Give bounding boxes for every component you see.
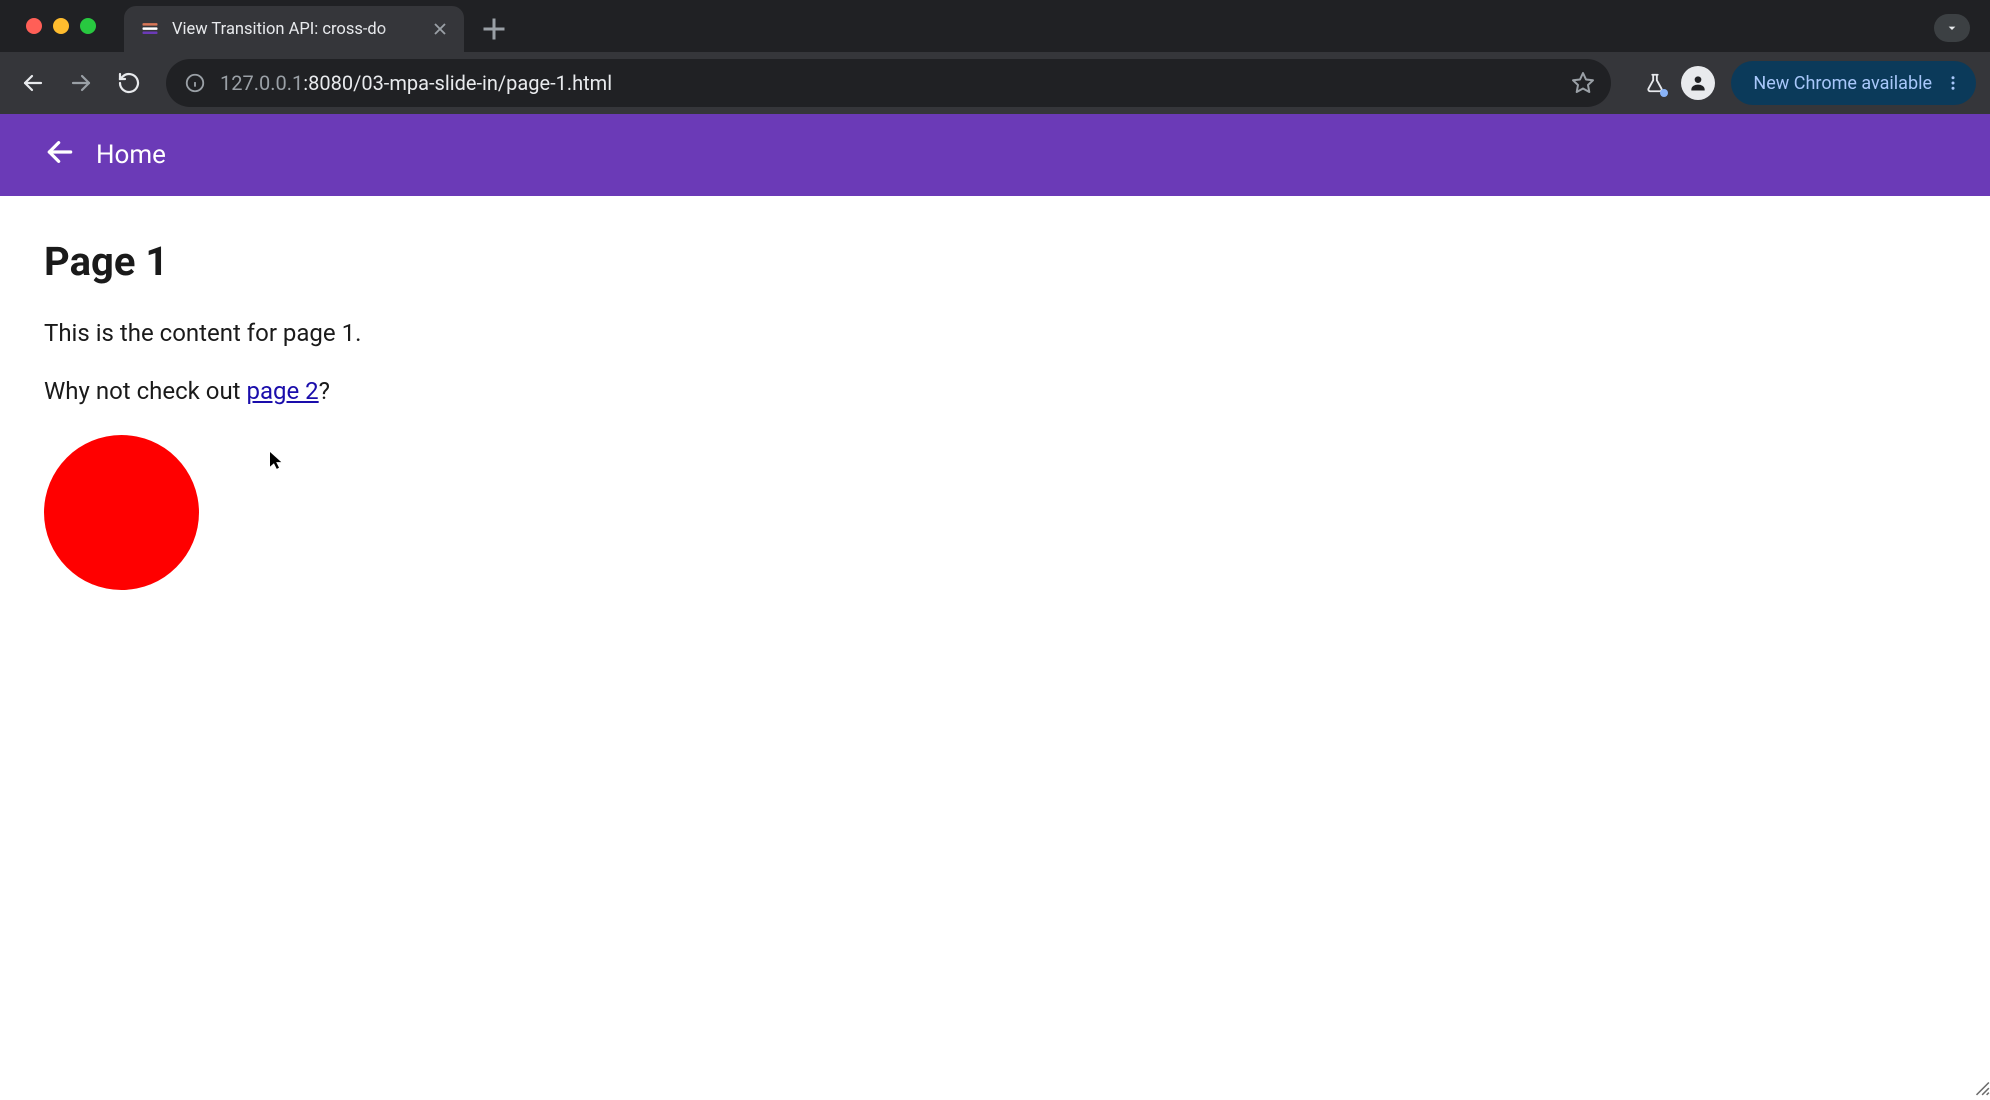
page-viewport: Home Page 1 This is the content for page… (0, 114, 1990, 1096)
home-back-link[interactable]: Home (44, 136, 166, 175)
nav-forward-button[interactable] (62, 64, 100, 102)
new-tab-button[interactable] (476, 11, 512, 47)
home-back-label: Home (96, 140, 166, 170)
window-minimize-button[interactable] (53, 18, 69, 34)
tab-title: View Transition API: cross-do (172, 20, 418, 39)
paragraph-2-prefix: Why not check out (44, 377, 246, 405)
url-path: /03-mpa-slide-in/page-1.html (353, 71, 612, 95)
chrome-menu-icon[interactable] (1944, 74, 1962, 92)
page-header-bar: Home (0, 114, 1990, 196)
paragraph-2-suffix: ? (319, 377, 330, 405)
url-port: :8080 (303, 71, 353, 95)
update-available-button[interactable]: New Chrome available (1731, 61, 1976, 105)
extensions-area: New Chrome available (1635, 61, 1976, 105)
nav-reload-button[interactable] (110, 64, 148, 102)
profile-button[interactable] (1681, 66, 1715, 100)
window-traffic-lights (26, 18, 96, 34)
browser-toolbar: 127.0.0.1:8080/03-mpa-slide-in/page-1.ht… (0, 52, 1990, 114)
url-display: 127.0.0.1:8080/03-mpa-slide-in/page-1.ht… (220, 71, 1551, 95)
address-bar[interactable]: 127.0.0.1:8080/03-mpa-slide-in/page-1.ht… (166, 59, 1611, 107)
tab-container: View Transition API: cross-do (124, 0, 512, 52)
update-label: New Chrome available (1753, 73, 1932, 94)
tab-favicon-icon (140, 19, 160, 39)
browser-tab-active[interactable]: View Transition API: cross-do (124, 6, 464, 52)
red-circle-shape (44, 435, 199, 590)
url-host: 127.0.0.1 (220, 71, 303, 95)
labs-button[interactable] (1635, 63, 1675, 103)
window-close-button[interactable] (26, 18, 42, 34)
page-paragraph-2: Why not check out page 2? (44, 377, 1946, 405)
page-paragraph-1: This is the content for page 1. (44, 319, 1946, 347)
arrow-left-icon (44, 136, 76, 175)
page-title: Page 1 (44, 238, 1946, 285)
page-2-link[interactable]: page 2 (246, 377, 318, 405)
site-info-icon[interactable] (184, 72, 206, 94)
window-resize-handle-icon[interactable] (1972, 1078, 1990, 1096)
nav-back-button[interactable] (14, 64, 52, 102)
bookmark-button[interactable] (1565, 65, 1601, 101)
page-body: Page 1 This is the content for page 1. W… (0, 196, 1990, 632)
tabs-dropdown-button[interactable] (1934, 14, 1970, 42)
window-maximize-button[interactable] (80, 18, 96, 34)
labs-indicator-dot (1660, 89, 1668, 97)
tab-close-button[interactable] (430, 19, 450, 39)
browser-tab-strip: View Transition API: cross-do (0, 0, 1990, 52)
